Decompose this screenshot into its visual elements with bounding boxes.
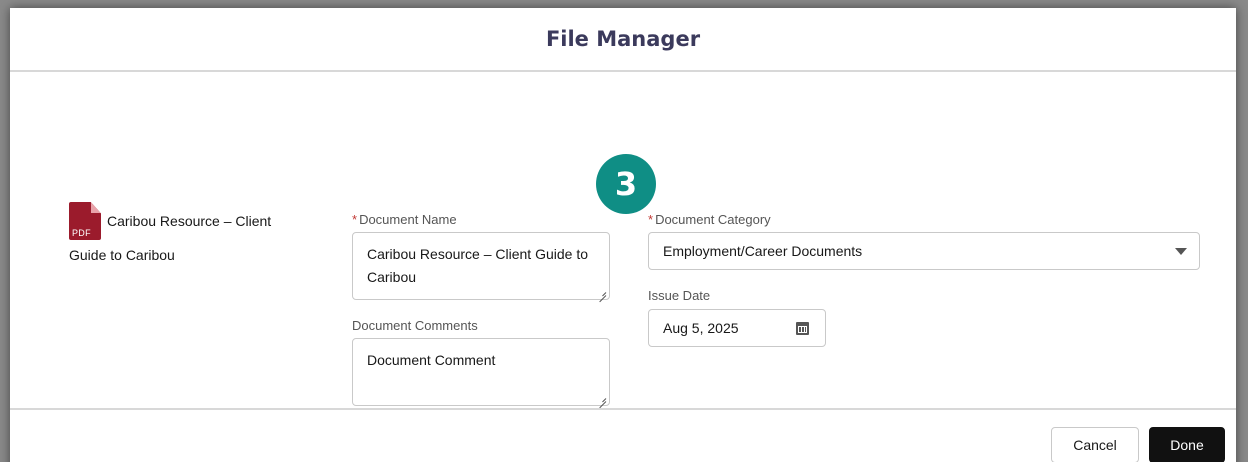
issue-date-label: Issue Date xyxy=(648,288,711,303)
document-name-label: * Document Name xyxy=(352,212,457,227)
modal-body: PDF Caribou Resource – Client Guide to C… xyxy=(10,72,1236,462)
document-comments-textarea[interactable]: Document Comment xyxy=(352,338,610,406)
step-3-badge: 3 xyxy=(596,154,656,214)
modal-header: File Manager xyxy=(10,8,1236,72)
document-category-select[interactable]: Employment/Career Documents xyxy=(648,232,1200,270)
issue-date-input[interactable]: Aug 5, 2025 xyxy=(648,309,826,347)
file-manager-modal: File Manager PDF Caribou Resource – Clie… xyxy=(10,8,1236,462)
document-comments-label: Document Comments xyxy=(352,318,478,333)
required-marker: * xyxy=(648,212,654,227)
document-category-label: * Document Category xyxy=(648,212,771,227)
calendar-icon[interactable] xyxy=(796,322,809,335)
file-preview: PDF Caribou Resource – Client Guide to C… xyxy=(69,202,309,272)
modal-footer: Cancel Done xyxy=(10,408,1236,462)
resize-handle-icon[interactable] xyxy=(598,394,606,402)
cancel-button[interactable]: Cancel xyxy=(1051,427,1139,462)
document-name-textarea[interactable]: Caribou Resource – Client Guide to Carib… xyxy=(352,232,610,300)
modal-title: File Manager xyxy=(545,27,701,51)
required-marker: * xyxy=(352,212,358,227)
done-button[interactable]: Done xyxy=(1149,427,1225,462)
resize-handle-icon[interactable] xyxy=(598,288,606,296)
file-name: Caribou Resource – Client Guide to Carib… xyxy=(69,213,272,263)
caret-down-icon xyxy=(1175,248,1187,255)
